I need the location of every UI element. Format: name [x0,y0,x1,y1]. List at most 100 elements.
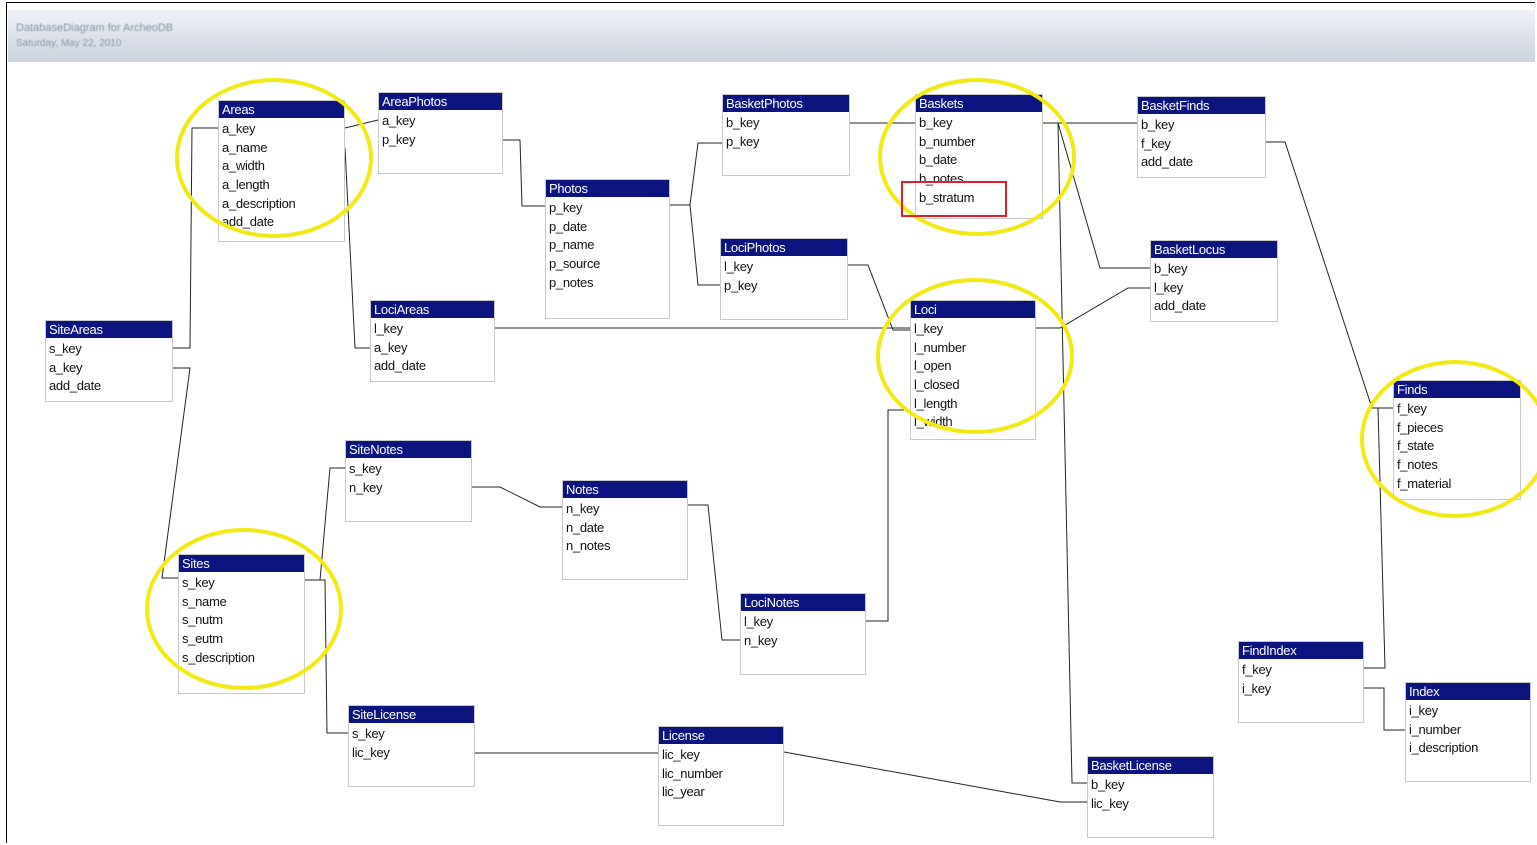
table-field[interactable]: s_key [49,340,172,359]
table-field[interactable]: n_notes [566,537,687,556]
table-sitenotes[interactable]: SiteNotes s_key n_key [345,440,472,522]
table-field[interactable]: p_name [549,236,669,255]
table-field[interactable]: l_key [724,258,847,277]
table-header[interactable]: Index [1406,683,1530,700]
table-field[interactable]: p_key [726,133,849,152]
table-fields: b_key l_key add_date [1151,258,1277,316]
table-field[interactable]: i_key [1409,702,1530,721]
table-header[interactable]: LociNotes [741,594,865,611]
table-header[interactable]: SiteLicense [349,706,474,723]
table-basketlocus[interactable]: BasketLocus b_key l_key add_date [1150,240,1278,322]
highlight-circle-areas [175,78,373,238]
table-field[interactable]: l_key [1154,279,1277,298]
rel-line [1364,687,1405,731]
table-fields: l_key p_key [721,256,847,295]
table-field[interactable]: n_key [349,479,471,498]
table-field[interactable]: p_key [549,199,669,218]
table-field[interactable]: a_key [382,112,502,131]
table-field[interactable]: b_key [1154,260,1277,279]
table-lociphotos[interactable]: LociPhotos l_key p_key [720,238,848,320]
table-header[interactable]: BasketLocus [1151,241,1277,258]
table-field[interactable]: b_key [1141,116,1265,135]
table-field[interactable]: add_date [49,377,172,396]
rel-line [472,486,562,508]
table-field[interactable]: add_date [1154,297,1277,316]
table-field[interactable]: i_description [1409,739,1530,758]
table-field[interactable]: p_key [724,277,847,296]
table-field[interactable]: s_key [352,725,474,744]
table-field[interactable]: f_key [1141,135,1265,154]
rel-line [688,504,740,641]
table-field[interactable]: lic_key [352,744,474,763]
table-basketphotos[interactable]: BasketPhotos b_key p_key [722,94,850,176]
table-field[interactable]: l_key [374,320,494,339]
table-fields: l_key a_key add_date [371,318,494,376]
table-field[interactable]: b_key [726,114,849,133]
table-fields: s_key a_key add_date [46,338,172,396]
table-field[interactable]: n_key [744,632,865,651]
table-field[interactable]: add_date [374,357,494,376]
table-header[interactable]: FindIndex [1239,642,1363,659]
table-header[interactable]: AreaPhotos [379,93,502,110]
table-basketfinds[interactable]: BasketFinds b_key f_key add_date [1137,96,1266,178]
highlight-circle-loci [876,278,1074,434]
table-sitelicense[interactable]: SiteLicense s_key lic_key [348,705,475,787]
rel-line [783,751,1087,803]
rel-line [670,204,720,286]
table-photos[interactable]: Photos p_key p_date p_name p_source p_notes [545,179,670,319]
table-fields: i_key i_number i_description [1406,700,1530,758]
table-fields: s_key n_key [346,458,471,497]
table-header[interactable]: SiteNotes [346,441,471,458]
table-basketlicense[interactable]: BasketLicense b_key lic_key [1087,756,1214,838]
table-header[interactable]: BasketFinds [1138,97,1265,114]
table-field[interactable]: lic_number [662,765,783,784]
table-header[interactable]: BasketPhotos [723,95,849,112]
table-field[interactable]: a_key [374,339,494,358]
table-fields: n_key n_date n_notes [563,498,687,556]
highlight-circle-finds [1360,360,1537,518]
table-field[interactable]: p_source [549,255,669,274]
table-field[interactable]: lic_key [1091,795,1213,814]
table-notes[interactable]: Notes n_key n_date n_notes [562,480,688,580]
rel-line [670,142,722,206]
table-siteareas[interactable]: SiteAreas s_key a_key add_date [45,320,173,402]
table-field[interactable]: b_key [1091,776,1213,795]
table-header[interactable]: BasketLicense [1088,757,1213,774]
table-header[interactable]: License [659,727,783,744]
table-field[interactable]: p_key [382,131,502,150]
table-field[interactable]: s_key [349,460,471,479]
table-locinotes[interactable]: LociNotes l_key n_key [740,593,866,675]
table-field[interactable]: add_date [1141,153,1265,172]
highlight-circle-sites [145,528,343,690]
table-header[interactable]: Photos [546,180,669,197]
table-header[interactable]: Notes [563,481,687,498]
table-field[interactable]: l_key [744,613,865,632]
table-field[interactable]: n_key [566,500,687,519]
rel-line [1043,122,1087,784]
table-fields: a_key p_key [379,110,502,149]
table-field[interactable]: lic_year [662,783,783,802]
table-fields: f_key i_key [1239,659,1363,698]
table-field[interactable]: p_date [549,218,669,237]
table-header[interactable]: SiteAreas [46,321,172,338]
table-field[interactable]: p_notes [549,274,669,293]
table-field[interactable]: a_key [49,359,172,378]
table-field[interactable]: i_key [1242,680,1363,699]
table-findindex[interactable]: FindIndex f_key i_key [1238,641,1364,723]
table-license[interactable]: License lic_key lic_number lic_year [658,726,784,826]
table-field[interactable]: f_key [1242,661,1363,680]
table-fields: b_key p_key [723,112,849,151]
rel-line [503,139,545,207]
table-field[interactable]: lic_key [662,746,783,765]
table-fields: b_key f_key add_date [1138,114,1265,172]
table-header[interactable]: LociAreas [371,301,494,318]
table-field[interactable]: i_number [1409,721,1530,740]
table-lociareas[interactable]: LociAreas l_key a_key add_date [370,300,495,382]
table-index[interactable]: Index i_key i_number i_description [1405,682,1531,782]
table-fields: lic_key lic_number lic_year [659,744,783,802]
table-header[interactable]: LociPhotos [721,239,847,256]
table-areaphotos[interactable]: AreaPhotos a_key p_key [378,92,503,174]
table-field[interactable]: n_date [566,519,687,538]
rel-line [866,409,910,622]
table-fields: l_key n_key [741,611,865,650]
